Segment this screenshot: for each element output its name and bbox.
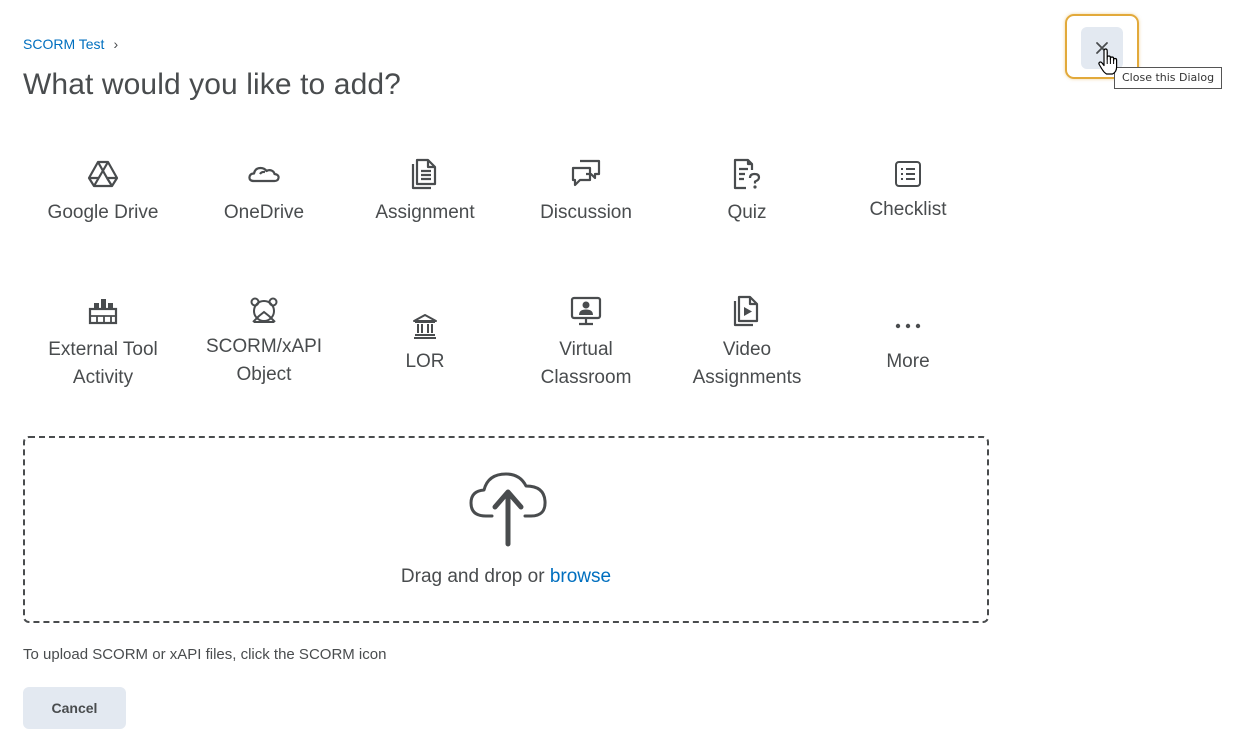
- close-tooltip: Close this Dialog: [1114, 67, 1223, 89]
- tile-discussion[interactable]: Discussion: [506, 157, 666, 227]
- tile-onedrive[interactable]: OneDrive: [184, 157, 344, 227]
- assignment-icon: [408, 157, 442, 191]
- virtual-classroom-icon: [569, 294, 603, 328]
- lor-icon: [408, 309, 442, 343]
- dropzone-instructions: Drag and drop or browse: [25, 566, 987, 588]
- page-title: What would you like to add?: [23, 68, 401, 101]
- tile-label: Assignment: [375, 202, 475, 223]
- more-icon: [891, 309, 925, 343]
- tile-label: Quiz: [727, 202, 767, 223]
- tile-label: Google Drive: [47, 202, 159, 223]
- browse-link[interactable]: browse: [550, 566, 611, 587]
- scorm-icon: [247, 294, 281, 328]
- tile-lor[interactable]: LOR: [345, 309, 505, 376]
- external-tool-icon: [86, 294, 120, 328]
- tile-video-assignments[interactable]: Video Assignments: [667, 294, 827, 392]
- upload-cloud-icon: [467, 470, 549, 548]
- tile-label: LOR: [405, 351, 445, 372]
- tile-label-line2: Classroom: [540, 367, 632, 388]
- tile-more[interactable]: More: [828, 309, 988, 376]
- video-assignment-icon: [730, 294, 764, 328]
- tile-external-tool-activity[interactable]: External Tool Activity: [23, 294, 183, 392]
- tile-label: OneDrive: [223, 202, 305, 223]
- quiz-icon: [730, 157, 764, 191]
- tile-label-line1: Virtual: [559, 339, 613, 360]
- tile-label-line2: Object: [236, 364, 292, 385]
- hand-cursor-icon: [1096, 48, 1120, 76]
- dropzone-text: Drag and drop or: [400, 566, 550, 587]
- tile-label-line2: Activity: [72, 367, 134, 388]
- cancel-button[interactable]: Cancel: [23, 687, 126, 729]
- tile-label: Discussion: [540, 202, 632, 223]
- tile-label-line2: Assignments: [692, 367, 802, 388]
- tile-label-line1: SCORM/xAPI: [205, 336, 323, 357]
- tile-google-drive[interactable]: Google Drive: [23, 157, 183, 227]
- tile-label-line1: Video: [722, 339, 772, 360]
- tile-scorm-xapi-object[interactable]: SCORM/xAPI Object: [184, 294, 344, 389]
- google-drive-icon: [86, 157, 120, 191]
- tile-assignment[interactable]: Assignment: [345, 157, 505, 227]
- tile-quiz[interactable]: Quiz: [667, 157, 827, 227]
- onedrive-icon: [247, 157, 281, 191]
- tile-label: Checklist: [869, 199, 947, 220]
- breadcrumb: SCORM Test ›: [23, 36, 118, 52]
- tile-checklist[interactable]: Checklist: [828, 157, 988, 224]
- scorm-upload-hint: To upload SCORM or xAPI files, click the…: [23, 646, 387, 663]
- discussion-icon: [569, 157, 603, 191]
- checklist-icon: [891, 157, 925, 191]
- file-dropzone[interactable]: Drag and drop or browse: [23, 436, 989, 623]
- breadcrumb-link-scorm-test[interactable]: SCORM Test: [23, 36, 104, 52]
- breadcrumb-separator: ›: [113, 36, 119, 52]
- tile-label-line1: External Tool: [48, 339, 158, 360]
- tile-label: More: [886, 351, 930, 372]
- tile-virtual-classroom[interactable]: Virtual Classroom: [506, 294, 666, 392]
